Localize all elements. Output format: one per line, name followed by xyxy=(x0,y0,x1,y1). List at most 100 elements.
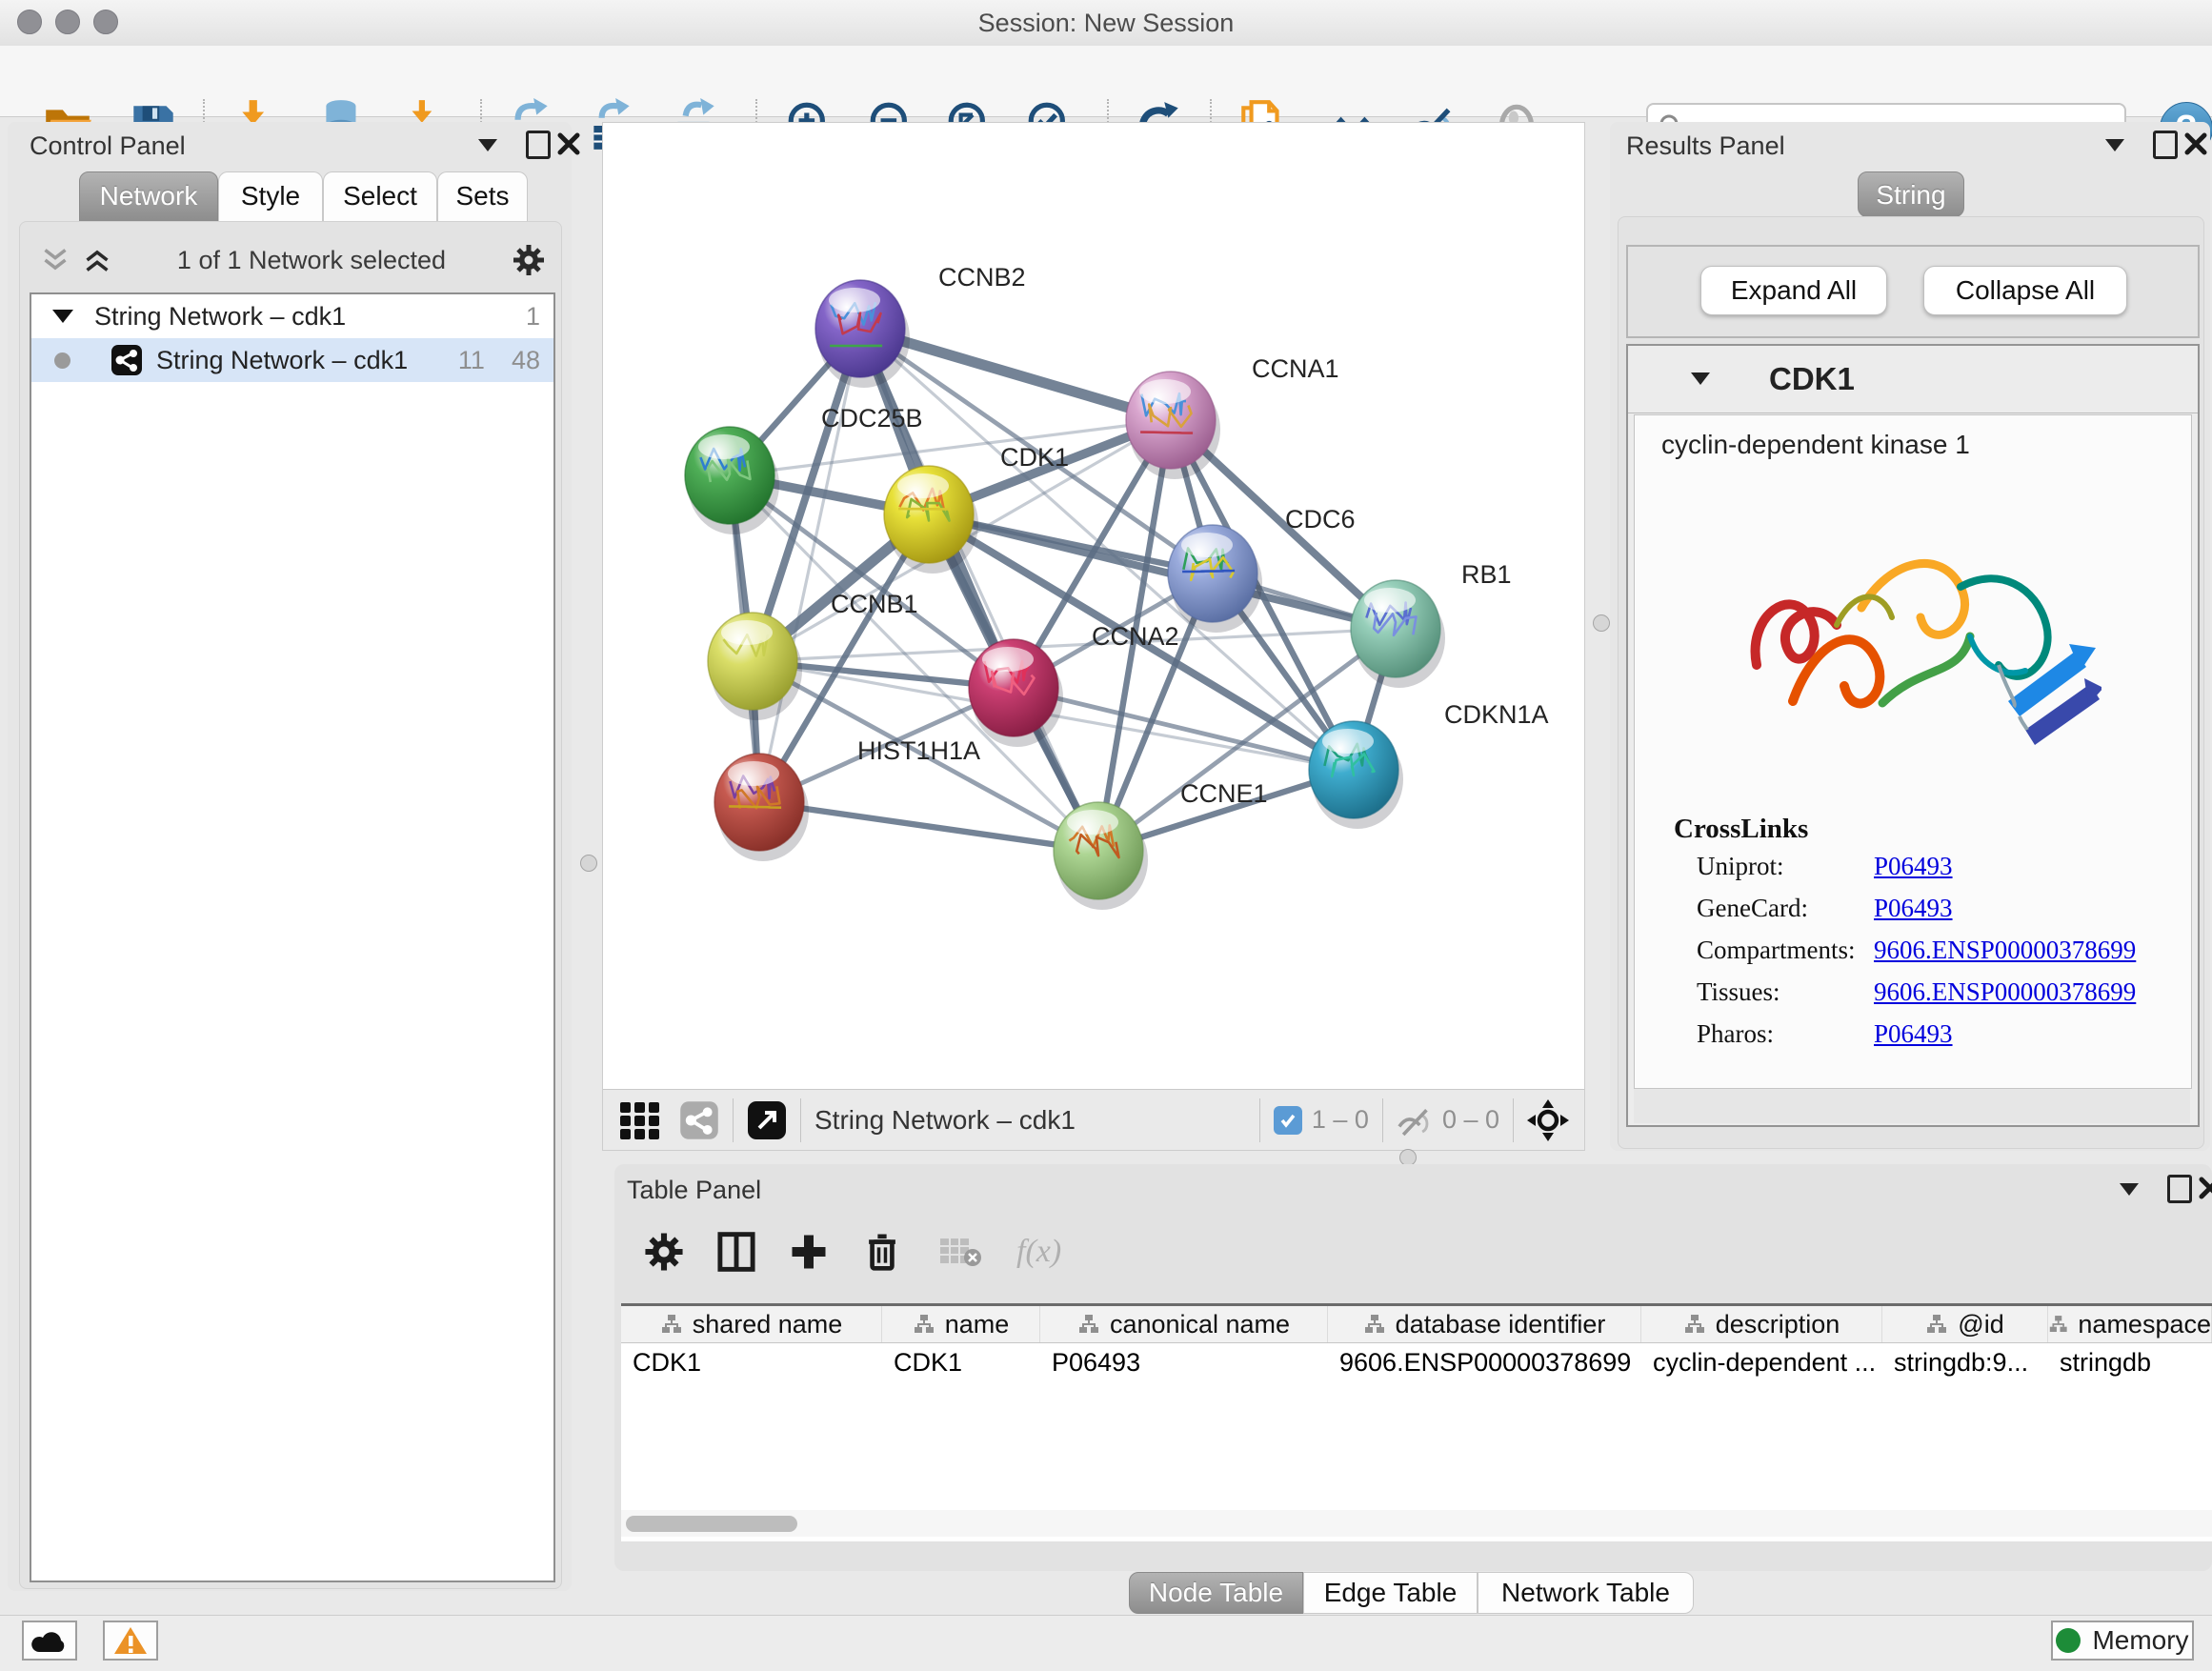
application-window: Session: New Session xyxy=(0,0,2212,1671)
tab-edge-table[interactable]: Edge Table xyxy=(1303,1572,1478,1614)
tab-network-table[interactable]: Network Table xyxy=(1478,1572,1694,1614)
network-node-CCNA1[interactable]: CCNA1 xyxy=(1126,354,1339,479)
tree-expander-icon[interactable] xyxy=(52,310,73,323)
panel-menu-icon[interactable] xyxy=(478,139,497,151)
table-row[interactable]: CDK1CDK1P064939606.ENSP00000378699cyclin… xyxy=(621,1343,2212,1381)
crosslink-label: Compartments: xyxy=(1697,936,1855,965)
network-node-HIST1H1A[interactable]: HIST1H1A xyxy=(714,736,980,861)
gene-name: CDK1 xyxy=(1769,361,1855,397)
panel-float-icon[interactable] xyxy=(2153,131,2178,159)
panel-menu-icon[interactable] xyxy=(2105,139,2124,151)
tab-node-table[interactable]: Node Table xyxy=(1129,1572,1303,1614)
share-gray-icon[interactable] xyxy=(679,1100,719,1140)
birdseye-grid-icon[interactable] xyxy=(618,1098,662,1142)
cell-namespace[interactable]: stringdb xyxy=(2048,1343,2212,1381)
status-bar: Memory xyxy=(0,1615,2212,1671)
network-view-toolbar: String Network – cdk1 1 – 0 0 – 0 xyxy=(603,1089,1584,1150)
crosslink-row: Uniprot: P06493 xyxy=(1635,852,2191,894)
column-header-label: shared name xyxy=(693,1310,843,1339)
column-header-database-identifier[interactable]: database identifier xyxy=(1328,1306,1641,1342)
memory-status-dot xyxy=(2056,1628,2081,1653)
hidden-count: 0 – 0 xyxy=(1442,1105,1499,1135)
show-columns-icon[interactable] xyxy=(715,1231,757,1273)
panel-close-icon[interactable] xyxy=(2183,131,2208,156)
crosslink-compartments-link[interactable]: 9606.ENSP00000378699 xyxy=(1874,936,2136,965)
column-header-canonical-name[interactable]: canonical name xyxy=(1040,1306,1328,1342)
tab-network[interactable]: Network xyxy=(79,171,218,222)
crosslink-row: GeneCard:P06493 xyxy=(1635,894,2191,936)
scrollbar-thumb[interactable] xyxy=(626,1516,797,1532)
tab-string[interactable]: String xyxy=(1858,171,1964,217)
network-node-CCNE1[interactable]: CCNE1 xyxy=(1054,779,1268,910)
crosslinks-list: Uniprot:P06493GeneCard:P06493Compartment… xyxy=(1635,852,2191,1061)
panel-menu-icon[interactable] xyxy=(2120,1183,2139,1196)
node-label-CCNA2: CCNA2 xyxy=(1092,622,1179,651)
window-title: Session: New Session xyxy=(0,9,2212,38)
network-view-title: String Network – cdk1 xyxy=(814,1105,1076,1136)
crosslink-pharos-link[interactable]: P06493 xyxy=(1874,1019,1953,1049)
column-header-shared-name[interactable]: shared name xyxy=(621,1306,882,1342)
cloud-button[interactable] xyxy=(22,1621,77,1661)
column-header-namespace[interactable]: namespace xyxy=(2048,1306,2212,1342)
toolbar-separator xyxy=(1382,1098,1383,1142)
tab-style[interactable]: Style xyxy=(218,171,323,222)
warnings-button[interactable] xyxy=(103,1621,158,1661)
cell--id[interactable]: stringdb:9... xyxy=(1882,1343,2048,1381)
column-header-description[interactable]: description xyxy=(1641,1306,1882,1342)
node-count: 11 xyxy=(458,346,485,375)
cell-shared-name[interactable]: CDK1 xyxy=(621,1343,882,1381)
selected-checkbox-icon[interactable] xyxy=(1274,1106,1302,1135)
cell-name[interactable]: CDK1 xyxy=(882,1343,1040,1381)
panel-close-icon[interactable] xyxy=(556,131,581,156)
gear-icon[interactable] xyxy=(512,243,546,277)
network-edge-HIST1H1A-CCNE1[interactable] xyxy=(759,802,1098,851)
gene-section-header[interactable]: CDK1 xyxy=(1628,346,2198,413)
panel-close-icon[interactable] xyxy=(2198,1176,2212,1200)
tab-sets[interactable]: Sets xyxy=(437,171,528,222)
node-label-CDKN1A: CDKN1A xyxy=(1444,700,1549,729)
string-results-body: Expand All Collapse All CDK1 cyclin-depe… xyxy=(1618,216,2204,1149)
section-collapse-icon[interactable] xyxy=(1691,372,1710,385)
add-column-icon[interactable] xyxy=(790,1233,828,1271)
crosslink-genecard-link[interactable]: P06493 xyxy=(1874,894,1953,923)
left-splitter-handle[interactable] xyxy=(580,855,597,872)
crosslink-tissues-link[interactable]: 9606.ENSP00000378699 xyxy=(1874,977,2136,1007)
network-canvas[interactable]: CCNB2CCNA1CDC25BCDK1CDC6RB1CCNB1CCNA2HIS… xyxy=(603,123,1582,1088)
column-type-icon xyxy=(913,1313,935,1336)
expand-all-button[interactable]: Expand All xyxy=(1700,266,1887,315)
node-label-CDK1: CDK1 xyxy=(1000,443,1069,472)
column-header-name[interactable]: name xyxy=(882,1306,1040,1342)
results-panel-title: Results Panel xyxy=(1626,131,1785,161)
cell-database-identifier[interactable]: 9606.ENSP00000378699 xyxy=(1328,1343,1641,1381)
memory-button[interactable]: Memory xyxy=(2051,1621,2194,1661)
delete-column-icon[interactable] xyxy=(862,1231,902,1273)
network-row-selected[interactable]: String Network – cdk1 11 48 xyxy=(31,338,553,382)
pan-crosshair-icon[interactable] xyxy=(1527,1099,1569,1141)
right-splitter-handle[interactable] xyxy=(1593,614,1610,632)
control-panel-tabbar: NetworkStyleSelectSets xyxy=(8,171,572,224)
network-status-dot xyxy=(54,352,70,369)
column-type-icon xyxy=(1683,1313,1706,1336)
delete-table-icon[interactable] xyxy=(938,1235,982,1269)
crosslink-uniprot-link[interactable]: P06493 xyxy=(1874,852,1953,881)
hidden-eye-icon[interactable] xyxy=(1397,1104,1435,1137)
crosslink-label: Uniprot: xyxy=(1697,852,1784,881)
table-header-row: shared name namecanonical namedatabase id… xyxy=(621,1306,2212,1343)
tab-select[interactable]: Select xyxy=(323,171,437,222)
network-node-CDKN1A[interactable]: CDKN1A xyxy=(1309,700,1549,829)
collapse-all-icon[interactable] xyxy=(41,247,70,273)
table-settings-gear-icon[interactable] xyxy=(643,1231,685,1273)
open-external-icon[interactable] xyxy=(747,1100,787,1140)
network-edge-CCNB2-HIST1H1A[interactable] xyxy=(759,329,860,802)
function-builder-button[interactable]: f(x) xyxy=(1016,1234,1061,1270)
network-collection-row[interactable]: String Network – cdk1 1 xyxy=(31,294,553,338)
cell-description[interactable]: cyclin-dependent ... xyxy=(1641,1343,1882,1381)
panel-float-icon[interactable] xyxy=(526,131,551,159)
cell-canonical-name[interactable]: P06493 xyxy=(1040,1343,1328,1381)
collapse-all-button[interactable]: Collapse All xyxy=(1923,266,2127,315)
column-header--id[interactable]: @id xyxy=(1882,1306,2048,1342)
expand-all-icon[interactable] xyxy=(83,247,111,273)
panel-float-icon[interactable] xyxy=(2167,1175,2192,1203)
network-node-RB1[interactable]: RB1 xyxy=(1351,560,1512,688)
protein-ribbon-thumbnail xyxy=(729,806,781,807)
